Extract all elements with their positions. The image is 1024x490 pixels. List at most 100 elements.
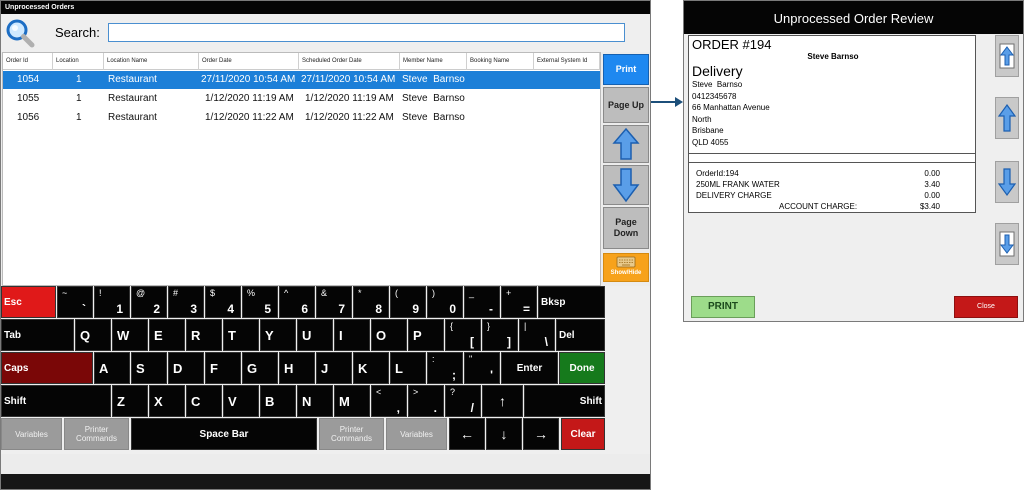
key-backslash[interactable]: | \ bbox=[519, 319, 555, 351]
show-hide-label: Show/Hide bbox=[610, 270, 642, 276]
cell-order-date: 27/11/2020 10:54 AM bbox=[201, 74, 296, 85]
col-order-id[interactable]: Order Id bbox=[3, 53, 53, 70]
key-2[interactable]: @2 bbox=[131, 286, 167, 318]
key-printer-commands-right[interactable]: Printer Commands bbox=[319, 418, 384, 450]
search-input[interactable] bbox=[108, 23, 625, 42]
key-close-bracket[interactable]: }] bbox=[482, 319, 518, 351]
col-scheduled-date[interactable]: Scheduled Order Date bbox=[299, 53, 400, 70]
key-variables-left[interactable]: Variables bbox=[1, 418, 62, 450]
key-semicolon[interactable]: :; bbox=[427, 352, 463, 384]
page-up-button[interactable] bbox=[995, 35, 1019, 77]
key-4[interactable]: $4 bbox=[205, 286, 241, 318]
key-g[interactable]: G bbox=[242, 352, 278, 384]
key-0[interactable]: ) 0 bbox=[427, 286, 463, 318]
key-caps[interactable]: Caps bbox=[1, 352, 93, 384]
key-h[interactable]: H bbox=[279, 352, 315, 384]
key-t[interactable]: T bbox=[223, 319, 259, 351]
key-3[interactable]: #3 bbox=[168, 286, 204, 318]
key-printer-commands-left[interactable]: Printer Commands bbox=[64, 418, 129, 450]
print-order-button[interactable]: PRINT bbox=[691, 296, 755, 318]
key-open-bracket[interactable]: {[ bbox=[445, 319, 481, 351]
key-esc[interactable]: Esc bbox=[1, 286, 56, 318]
cell-order-id: 1056 bbox=[17, 112, 40, 123]
cell-order-date: 1/12/2020 11:22 AM bbox=[205, 112, 294, 123]
key-s[interactable]: S bbox=[131, 352, 167, 384]
key-7[interactable]: & 7 bbox=[316, 286, 352, 318]
key-a[interactable]: A bbox=[94, 352, 130, 384]
key-arrow-down[interactable]: ↓ bbox=[486, 418, 522, 450]
page-down-button[interactable] bbox=[995, 223, 1019, 265]
key-v[interactable]: V bbox=[223, 385, 259, 417]
print-button[interactable]: Print bbox=[603, 54, 649, 85]
cell-member: Steve Barnso bbox=[402, 112, 465, 123]
key-q[interactable]: Q bbox=[75, 319, 111, 351]
arrow-down-icon bbox=[998, 168, 1016, 197]
key-comma[interactable]: <, bbox=[371, 385, 407, 417]
key-z[interactable]: Z bbox=[112, 385, 148, 417]
key-l[interactable]: L bbox=[390, 352, 426, 384]
key-delete[interactable]: Del bbox=[556, 319, 605, 351]
key-slash[interactable]: ? / bbox=[445, 385, 481, 417]
scroll-down-button[interactable] bbox=[603, 165, 649, 205]
key-quote[interactable]: " ' bbox=[464, 352, 500, 384]
key-k[interactable]: K bbox=[353, 352, 389, 384]
show-hide-keyboard-button[interactable]: Show/Hide bbox=[603, 253, 649, 282]
key-enter[interactable]: Enter bbox=[501, 352, 558, 384]
key-f[interactable]: F bbox=[205, 352, 241, 384]
key-equals[interactable]: + = bbox=[501, 286, 537, 318]
key-arrow-up[interactable]: ↑ bbox=[482, 385, 523, 417]
key-o[interactable]: O bbox=[371, 319, 407, 351]
key-n[interactable]: N bbox=[297, 385, 333, 417]
scroll-up-button[interactable] bbox=[603, 125, 649, 163]
page-up-button[interactable]: Page Up bbox=[603, 87, 649, 123]
key-9[interactable]: (9 bbox=[390, 286, 426, 318]
col-location-name[interactable]: Location Name bbox=[104, 53, 199, 70]
col-external-id[interactable]: External System Id bbox=[534, 53, 600, 70]
key-tab[interactable]: Tab bbox=[1, 319, 74, 351]
key-1[interactable]: ! 1 bbox=[94, 286, 130, 318]
key-d[interactable]: D bbox=[168, 352, 204, 384]
key-y[interactable]: Y bbox=[260, 319, 296, 351]
cell-member: Steve Barnso bbox=[402, 74, 465, 85]
arrow-down-icon bbox=[612, 168, 640, 203]
key-arrow-left[interactable]: ← bbox=[449, 418, 485, 450]
key-5[interactable]: % 5 bbox=[242, 286, 278, 318]
key-shift-left[interactable]: Shift bbox=[1, 385, 111, 417]
key-8[interactable]: * 8 bbox=[353, 286, 389, 318]
key-period[interactable]: >. bbox=[408, 385, 444, 417]
col-location[interactable]: Location bbox=[53, 53, 104, 70]
table-row[interactable]: 1055 1 Restaurant 1/12/2020 11:19 AM 1/1… bbox=[3, 90, 600, 108]
col-member-name[interactable]: Member Name bbox=[400, 53, 467, 70]
key-shift-right[interactable]: Shift bbox=[524, 385, 605, 417]
key-u[interactable]: U bbox=[297, 319, 333, 351]
col-booking-name[interactable]: Booking Name bbox=[467, 53, 534, 70]
key-j[interactable]: J bbox=[316, 352, 352, 384]
key-w[interactable]: W bbox=[112, 319, 148, 351]
key-i[interactable]: I bbox=[334, 319, 370, 351]
key-backspace[interactable]: Bksp bbox=[538, 286, 605, 318]
key-r[interactable]: R bbox=[186, 319, 222, 351]
key-clear[interactable]: Clear bbox=[561, 418, 605, 450]
key-m[interactable]: M bbox=[334, 385, 370, 417]
close-button[interactable]: Close bbox=[954, 296, 1018, 318]
key-space[interactable]: Space Bar bbox=[131, 418, 317, 450]
scroll-up-button[interactable] bbox=[995, 97, 1019, 139]
key-minus[interactable]: _ - bbox=[464, 286, 500, 318]
scroll-down-button[interactable] bbox=[995, 161, 1019, 203]
key-backtick[interactable]: ~ ` bbox=[57, 286, 93, 318]
page-down-button[interactable]: Page Down bbox=[603, 207, 649, 249]
col-order-date[interactable]: Order Date bbox=[199, 53, 299, 70]
key-variables-right[interactable]: Variables bbox=[386, 418, 447, 450]
cell-location-name: Restaurant bbox=[108, 112, 157, 123]
key-6[interactable]: ^ 6 bbox=[279, 286, 315, 318]
key-done[interactable]: Done bbox=[559, 352, 605, 384]
key-p[interactable]: P bbox=[408, 319, 444, 351]
table-header: Order Id Location Location Name Order Da… bbox=[3, 53, 600, 70]
key-c[interactable]: C bbox=[186, 385, 222, 417]
key-arrow-right[interactable]: → bbox=[523, 418, 559, 450]
table-row[interactable]: 1056 1 Restaurant 1/12/2020 11:22 AM 1/1… bbox=[3, 109, 600, 127]
key-b[interactable]: B bbox=[260, 385, 296, 417]
key-e[interactable]: E bbox=[149, 319, 185, 351]
table-row[interactable]: 1054 1 Restaurant 27/11/2020 10:54 AM 27… bbox=[3, 71, 600, 89]
key-x[interactable]: X bbox=[149, 385, 185, 417]
